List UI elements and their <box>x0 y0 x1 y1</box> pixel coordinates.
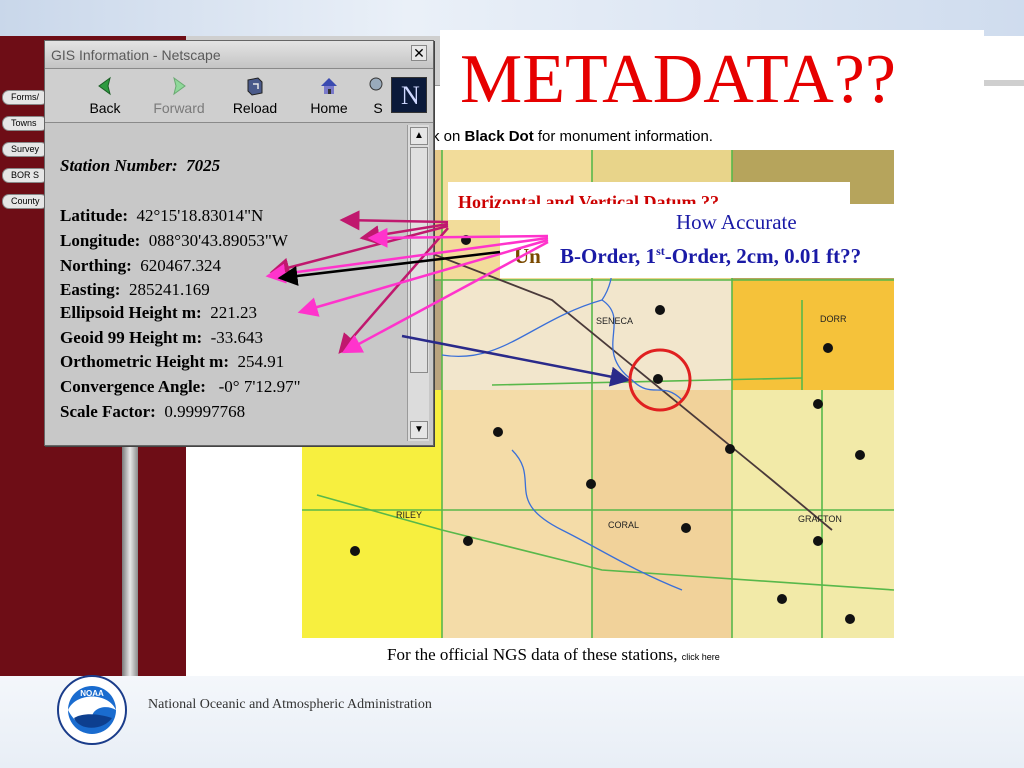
sidebar-button-survey[interactable]: Survey <box>2 142 48 157</box>
map-label-coral: CORAL <box>608 520 639 530</box>
station-dot <box>855 450 865 460</box>
info-scrollbar[interactable]: ▲ ▼ <box>407 125 429 441</box>
accuracy-callout: How Accurate Un B-Order, 1st-Order, 2cm,… <box>500 204 974 278</box>
search-label: S <box>373 100 383 116</box>
click-here-link[interactable]: click here <box>682 652 720 662</box>
browser-frame-divider <box>122 440 138 676</box>
station-dot <box>813 399 823 409</box>
window-title: GIS Information - Netscape <box>51 47 221 63</box>
home-label: Home <box>310 100 348 116</box>
longitude-row: Longitude: 088°30'43.89053"W <box>60 231 288 250</box>
reload-icon <box>247 77 263 96</box>
map-label-seneca: SENECA <box>596 316 633 326</box>
search-icon <box>369 77 383 91</box>
netscape-logo-letter: N <box>401 81 420 110</box>
forward-label: Forward <box>153 100 205 116</box>
station-dot <box>586 479 596 489</box>
back-arrow-icon <box>98 76 111 96</box>
scroll-thumb[interactable] <box>410 147 428 373</box>
easting-row: Easting: 285241.169 <box>60 280 210 299</box>
convergence-angle-row: Convergence Angle: -0° 7'12.97" <box>60 377 301 396</box>
reload-label: Reload <box>232 100 278 116</box>
sidebar-button-towns[interactable]: Towns <box>2 116 48 131</box>
scale-factor-row: Scale Factor: 0.99997768 <box>60 402 246 421</box>
forward-arrow-icon <box>173 76 186 96</box>
accuracy-prefix: Un <box>514 244 541 268</box>
station-dot <box>463 536 473 546</box>
station-dot <box>493 427 503 437</box>
northing-row: Northing: 620467.324 <box>60 256 222 275</box>
home-icon <box>321 78 337 94</box>
station-dot <box>461 235 471 245</box>
official-data-note: For the official NGS data of these stati… <box>387 645 720 664</box>
home-button[interactable]: Home <box>299 71 359 119</box>
back-label: Back <box>89 100 121 116</box>
org-name: National Oceanic and Atmospheric Adminis… <box>148 697 432 712</box>
sidebar-button-bor[interactable]: BOR S <box>2 168 48 183</box>
map-label-riley: RILEY <box>396 510 422 520</box>
station-dot <box>653 374 663 384</box>
accuracy-heading: How Accurate <box>676 210 797 234</box>
slide-title: METADATA?? <box>460 41 896 118</box>
map-label-dorr: DORR <box>820 314 847 324</box>
noaa-logo-text: NOAA <box>80 689 104 698</box>
station-dot <box>350 546 360 556</box>
navigation-toolbar: Back Forward Reload Home S N <box>45 69 433 123</box>
station-dot <box>845 614 855 624</box>
reload-button[interactable]: Reload <box>225 71 285 119</box>
sidebar-button-forms[interactable]: Forms/ <box>2 90 48 105</box>
station-number: Station Number: 7025 <box>60 156 221 175</box>
back-button[interactable]: Back <box>75 71 135 119</box>
accuracy-orders: B-Order, 1st-Order, 2cm, 0.01 ft?? <box>560 244 862 268</box>
station-dot <box>681 523 691 533</box>
forward-button[interactable]: Forward <box>149 71 209 119</box>
window-titlebar[interactable]: GIS Information - Netscape ✕ <box>45 41 433 69</box>
search-button[interactable]: S <box>363 71 393 119</box>
station-dot <box>655 305 665 315</box>
close-icon[interactable]: ✕ <box>411 45 427 61</box>
station-dot <box>777 594 787 604</box>
sidebar-button-county[interactable]: County <box>2 194 48 209</box>
station-dot <box>823 343 833 353</box>
map-label-grafton: GRAFTON <box>798 514 842 524</box>
ellipsoid-height-row: Ellipsoid Height m: 221.23 <box>60 303 257 322</box>
slide-footer-band <box>0 676 1024 768</box>
netscape-logo: N <box>391 77 427 113</box>
station-dot <box>813 536 823 546</box>
orthometric-height-row: Orthometric Height m: 254.91 <box>60 352 285 371</box>
noaa-logo: NOAA <box>57 675 127 745</box>
geoid-height-row: Geoid 99 Height m: -33.643 <box>60 328 264 347</box>
map-instruction: k on Black Dot for monument information. <box>432 128 713 145</box>
latitude-row: Latitude: 42°15'18.83014"N <box>60 206 264 225</box>
scroll-up-button[interactable]: ▲ <box>410 127 428 145</box>
station-dot <box>725 444 735 454</box>
scroll-down-button[interactable]: ▼ <box>410 421 428 439</box>
